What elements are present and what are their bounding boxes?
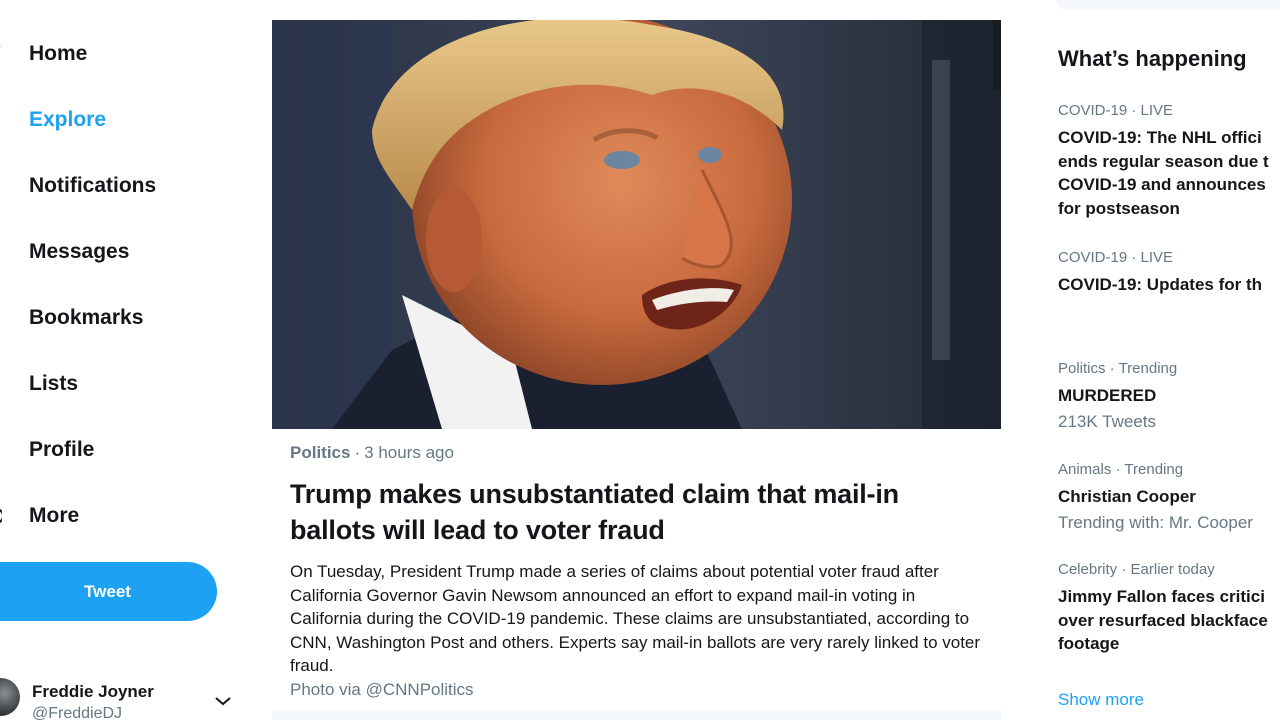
trend-meta: Politics · Trending (1058, 360, 1178, 377)
nav-lists-label: Lists (29, 372, 79, 395)
bookmark-icon (0, 308, 2, 328)
trend-title-line: for postseason (1058, 198, 1180, 218)
nav-more-label: More (29, 504, 80, 527)
trend-title: Christian Cooper (1058, 485, 1280, 509)
article-hero-image[interactable] (272, 20, 1001, 429)
trends-sidebar: What’s happening COVID-19 · LIVE COVID-1… (1040, 0, 1280, 720)
trend-title: COVID-19: Updates for th (1058, 273, 1280, 297)
trend-item[interactable]: COVID-19 · LIVE COVID-19: Updates for th (1058, 249, 1280, 297)
more-circle-icon (0, 506, 4, 526)
article-card[interactable]: Politics · 3 hours ago Trump makes unsub… (290, 440, 990, 701)
tweet-button-label: Tweet (84, 581, 131, 601)
account-switcher[interactable]: Freddie Joyner @FreddieDJ (0, 672, 240, 720)
nav-lists[interactable]: Lists (0, 364, 230, 404)
trend-title: Jimmy Fallon faces critici over resurfac… (1058, 585, 1280, 656)
trend-title-line: over resurfaced blackface (1058, 610, 1268, 630)
trend-item[interactable]: Animals · Trending Christian Cooper Tren… (1058, 461, 1280, 534)
bell-icon (0, 176, 2, 196)
avatar (0, 678, 20, 716)
list-icon (0, 374, 2, 394)
tweet-button[interactable]: Tweet (0, 562, 217, 621)
trend-title-line: Christian Cooper (1058, 487, 1196, 506)
article-category: Politics (290, 443, 351, 462)
home-icon (0, 44, 2, 64)
meta-separator: · (354, 443, 361, 462)
show-more-link[interactable]: Show more (1058, 690, 1144, 710)
trend-item[interactable]: Politics · Trending MURDERED 213K Tweets (1058, 360, 1280, 433)
trend-meta: Animals · Trending (1058, 461, 1184, 478)
nav-notifications-label: Notifications (29, 174, 157, 197)
nav-notifications[interactable]: Notifications (0, 166, 230, 206)
envelope-icon (0, 242, 2, 262)
chevron-down-icon (215, 697, 231, 706)
trend-title: COVID-19: The NHL offici ends regular se… (1058, 126, 1280, 220)
nav-messages-label: Messages (29, 240, 130, 263)
article-time: 3 hours ago (364, 443, 454, 462)
trend-context: Trending with: Mr. Cooper (1058, 512, 1253, 532)
profile-icon (0, 440, 2, 460)
left-nav: Home Explore Notifications Messages Book… (0, 0, 240, 720)
trend-meta: COVID-19 · LIVE (1058, 249, 1174, 266)
whats-happening-title: What’s happening (1058, 46, 1247, 71)
trend-tweet-count: 213K Tweets (1058, 411, 1156, 431)
article-meta: Politics · 3 hours ago (290, 440, 990, 466)
nav-explore[interactable]: Explore (0, 100, 230, 140)
nav-profile-label: Profile (29, 438, 95, 461)
nav-messages[interactable]: Messages (0, 232, 230, 272)
nav-home[interactable]: Home (0, 34, 230, 74)
next-card-edge (272, 710, 1001, 720)
nav-profile[interactable]: Profile (0, 430, 230, 470)
main-column: Politics · 3 hours ago Trump makes unsub… (272, 0, 1001, 720)
trend-title: MURDERED (1058, 384, 1280, 408)
account-name: Freddie Joyner (32, 682, 154, 701)
nav-more[interactable]: More (0, 496, 230, 536)
hashtag-icon (0, 110, 2, 130)
search-box-edge (1056, 0, 1280, 10)
trend-title-line: Jimmy Fallon faces critici (1058, 587, 1265, 606)
trend-item[interactable]: COVID-19 · LIVE COVID-19: The NHL offici… (1058, 102, 1280, 220)
account-handle: @FreddieDJ (32, 705, 123, 720)
trend-title-line: MURDERED (1058, 386, 1157, 405)
trend-meta: Celebrity · Earlier today (1058, 561, 1215, 578)
nav-bookmarks-label: Bookmarks (29, 306, 144, 329)
trend-title-line: COVID-19 and announces (1058, 175, 1266, 194)
article-headline[interactable]: Trump makes unsubstantiated claim that m… (290, 476, 990, 548)
article-body: On Tuesday, President Trump made a serie… (290, 562, 981, 675)
trend-title-line: ends regular season due t (1058, 151, 1269, 171)
nav-bookmarks[interactable]: Bookmarks (0, 298, 230, 338)
photo-credit: Photo via @CNNPolitics (290, 679, 474, 699)
trend-meta: COVID-19 · LIVE (1058, 102, 1174, 119)
trend-title-line: COVID-19: The NHL offici (1058, 128, 1262, 147)
trend-title-line: COVID-19: Updates for th (1058, 275, 1263, 294)
nav-home-label: Home (29, 42, 88, 65)
nav-explore-label: Explore (29, 108, 107, 131)
trend-title-line: footage (1058, 634, 1120, 653)
trend-item[interactable]: Celebrity · Earlier today Jimmy Fallon f… (1058, 561, 1280, 656)
